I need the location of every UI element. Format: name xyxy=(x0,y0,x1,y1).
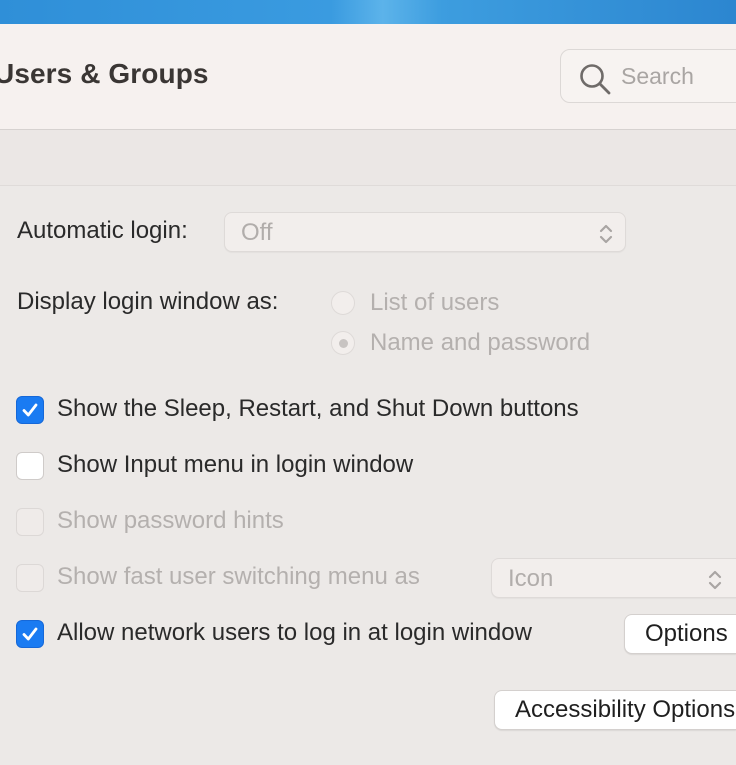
checkbox-show-input-menu-label: Show Input menu in login window xyxy=(57,451,414,478)
radio-list-of-users-label: List of users xyxy=(370,289,500,316)
accessibility-options-button[interactable]: Accessibility Options xyxy=(494,690,736,730)
checkmark-icon xyxy=(22,627,38,641)
fast-user-switching-value: Icon xyxy=(508,565,554,592)
search-field[interactable] xyxy=(560,49,736,103)
window-toolbar: Users & Groups xyxy=(0,24,736,130)
checkbox-show-password-hints-label: Show password hints xyxy=(57,507,284,534)
radio-name-and-password-label: Name and password xyxy=(370,329,591,356)
automatic-login-value: Off xyxy=(241,219,273,246)
system-preferences-window: Users & Groups Automatic login: Off Disp… xyxy=(0,24,736,765)
radio-name-and-password[interactable] xyxy=(331,331,355,355)
checkbox-show-sleep-restart-shutdown-label: Show the Sleep, Restart, and Shut Down b… xyxy=(57,395,579,422)
radio-selected-dot xyxy=(339,339,348,348)
checkbox-show-sleep-restart-shutdown[interactable] xyxy=(16,396,44,424)
search-input[interactable] xyxy=(621,60,736,92)
desktop-background-strip xyxy=(0,0,736,24)
fast-user-switching-popup[interactable]: Icon xyxy=(491,558,736,598)
checkbox-allow-network-users-label: Allow network users to log in at login w… xyxy=(57,619,532,646)
chevron-up-down-icon xyxy=(708,570,722,590)
checkbox-allow-network-users[interactable] xyxy=(16,620,44,648)
radio-list-of-users[interactable] xyxy=(331,291,355,315)
checkbox-show-input-menu[interactable] xyxy=(16,452,44,480)
checkbox-show-fast-user-switching-label: Show fast user switching menu as xyxy=(57,563,420,590)
window-title: Users & Groups xyxy=(0,58,209,89)
search-icon xyxy=(580,64,611,95)
pane-header-strip xyxy=(0,130,736,186)
chevron-up-down-icon xyxy=(599,224,613,244)
checkbox-show-fast-user-switching[interactable] xyxy=(16,564,44,592)
automatic-login-label: Automatic login: xyxy=(17,217,188,244)
checkmark-icon xyxy=(22,403,38,417)
automatic-login-popup[interactable]: Off xyxy=(224,212,626,252)
checkbox-show-password-hints[interactable] xyxy=(16,508,44,536)
display-login-window-label: Display login window as: xyxy=(17,288,279,315)
options-button[interactable]: Options xyxy=(624,614,736,654)
